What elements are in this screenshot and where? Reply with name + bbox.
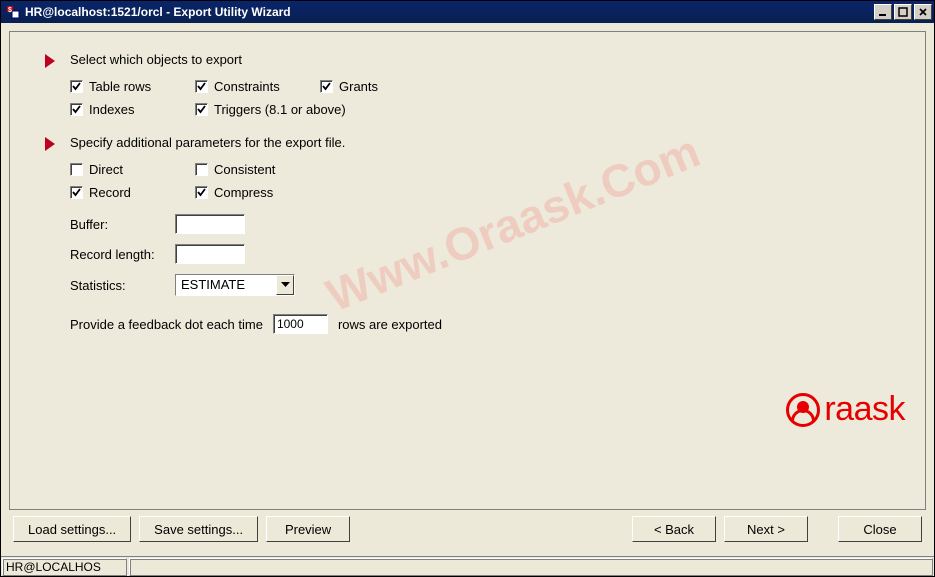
svg-text:$: $ xyxy=(8,7,12,14)
title-bar: $ HR@localhost:1521/orcl - Export Utilit… xyxy=(1,1,934,23)
app-icon: $ xyxy=(5,4,21,20)
content-area: Www.Oraask.Com Select which objects to e… xyxy=(1,23,934,556)
feedback-prefix: Provide a feedback dot each time xyxy=(70,317,263,332)
label-triggers: Triggers (8.1 or above) xyxy=(214,102,346,117)
label-direct: Direct xyxy=(89,162,123,177)
label-indexes: Indexes xyxy=(89,102,135,117)
label-consistent: Consistent xyxy=(214,162,275,177)
checkbox-direct[interactable] xyxy=(70,163,83,176)
load-settings-button[interactable]: Load settings... xyxy=(13,516,131,542)
section-params-title: Specify additional parameters for the ex… xyxy=(70,135,925,150)
save-settings-button[interactable]: Save settings... xyxy=(139,516,258,542)
minimize-button[interactable] xyxy=(874,4,892,20)
label-constraints: Constraints xyxy=(214,79,280,94)
section-parameters: Specify additional parameters for the ex… xyxy=(70,135,925,334)
input-feedback-rows[interactable] xyxy=(273,314,328,334)
brand-logo-text: raask xyxy=(824,390,905,429)
window-title: HR@localhost:1521/orcl - Export Utility … xyxy=(25,5,872,19)
section-arrow-icon xyxy=(45,137,55,151)
label-statistics: Statistics: xyxy=(70,278,165,293)
label-record: Record xyxy=(89,185,131,200)
status-bar: HR@LOCALHOS xyxy=(1,556,934,576)
checkbox-consistent[interactable] xyxy=(195,163,208,176)
section-objects-title: Select which objects to export xyxy=(70,52,925,67)
checkbox-compress[interactable] xyxy=(195,186,208,199)
close-button[interactable] xyxy=(914,4,932,20)
feedback-suffix: rows are exported xyxy=(338,317,442,332)
brand-logo-icon xyxy=(786,393,820,427)
input-record-length[interactable] xyxy=(175,244,245,264)
section-objects: Select which objects to export Table row… xyxy=(70,52,925,117)
label-grants: Grants xyxy=(339,79,378,94)
label-buffer: Buffer: xyxy=(70,217,165,232)
checkbox-triggers[interactable] xyxy=(195,103,208,116)
wizard-panel: Www.Oraask.Com Select which objects to e… xyxy=(9,31,926,510)
checkbox-grants[interactable] xyxy=(320,80,333,93)
label-table-rows: Table rows xyxy=(89,79,151,94)
status-connection: HR@LOCALHOS xyxy=(2,558,127,576)
checkbox-indexes[interactable] xyxy=(70,103,83,116)
chevron-down-icon[interactable] xyxy=(276,275,294,295)
label-record-length: Record length: xyxy=(70,247,165,262)
input-buffer[interactable] xyxy=(175,214,245,234)
status-pane-empty xyxy=(129,558,933,576)
maximize-button[interactable] xyxy=(894,4,912,20)
checkbox-constraints[interactable] xyxy=(195,80,208,93)
select-statistics[interactable]: ESTIMATE xyxy=(175,274,295,296)
label-compress: Compress xyxy=(214,185,273,200)
section-arrow-icon xyxy=(45,54,55,68)
back-button[interactable]: < Back xyxy=(632,516,716,542)
checkbox-table-rows[interactable] xyxy=(70,80,83,93)
select-statistics-value: ESTIMATE xyxy=(176,275,276,295)
preview-button[interactable]: Preview xyxy=(266,516,350,542)
button-bar: Load settings... Save settings... Previe… xyxy=(9,510,926,548)
next-button[interactable]: Next > xyxy=(724,516,808,542)
close-dialog-button[interactable]: Close xyxy=(838,516,922,542)
export-wizard-window: $ HR@localhost:1521/orcl - Export Utilit… xyxy=(0,0,935,577)
brand-watermark: raask xyxy=(786,390,905,429)
checkbox-record[interactable] xyxy=(70,186,83,199)
